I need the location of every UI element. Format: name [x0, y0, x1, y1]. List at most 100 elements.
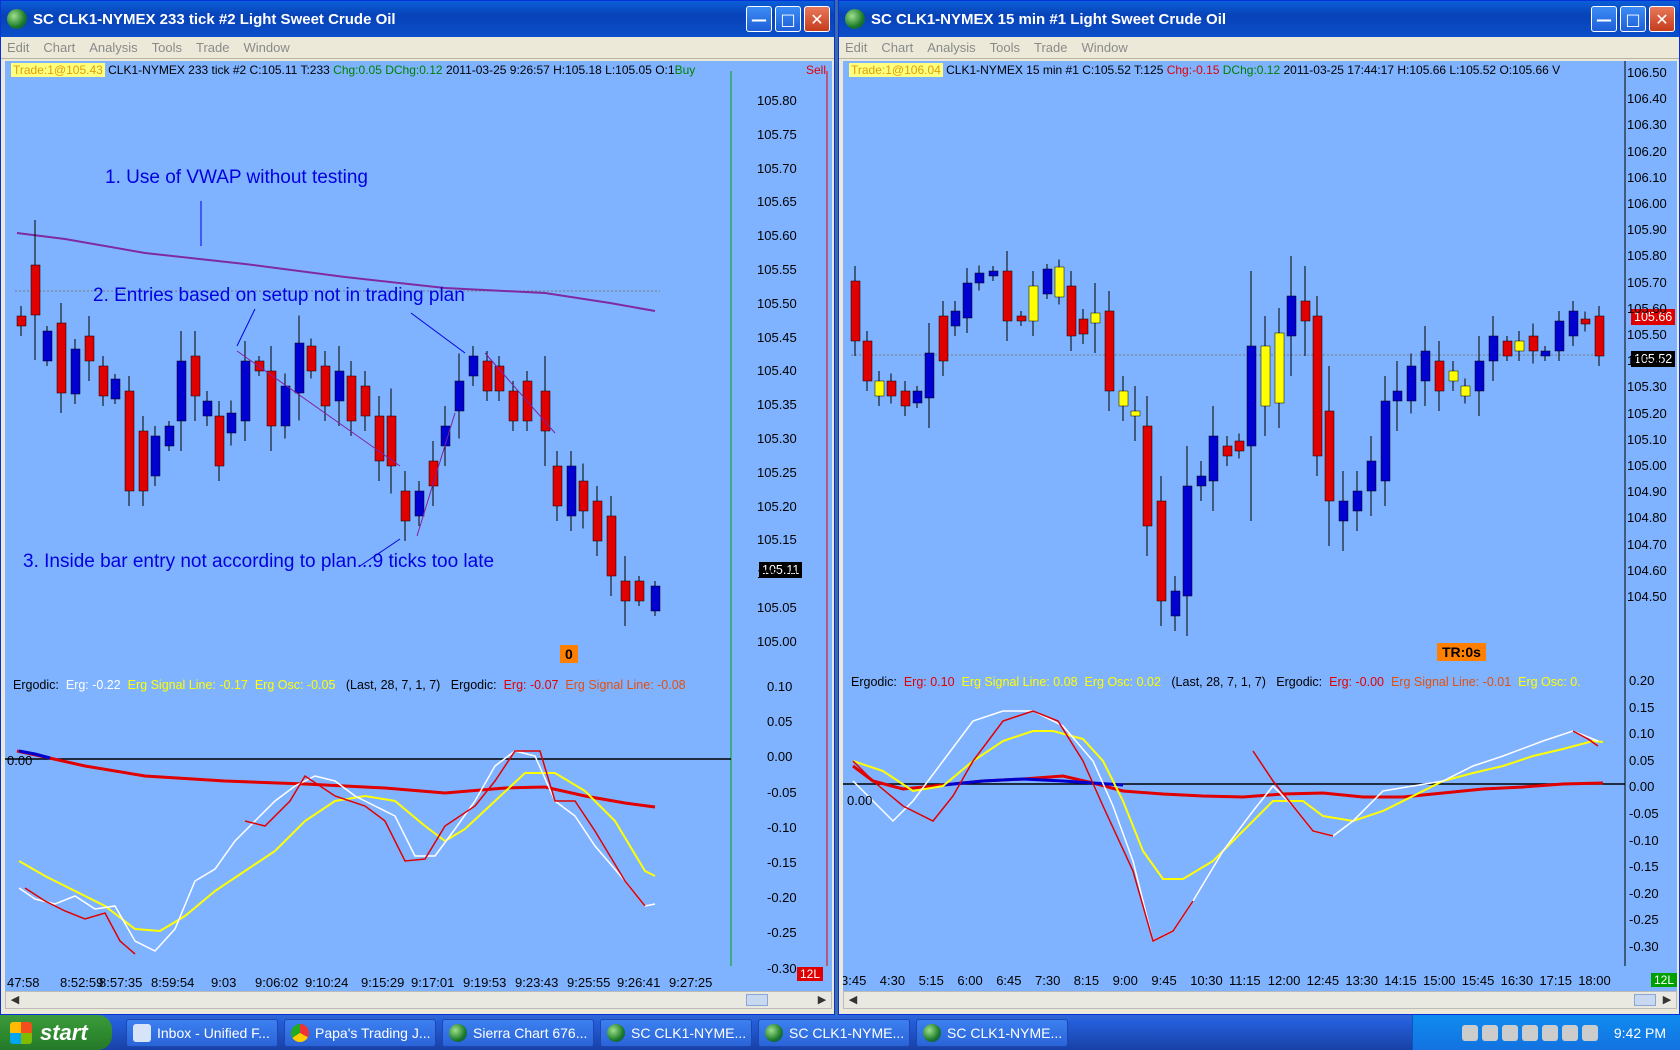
- menu-window[interactable]: Window: [243, 40, 289, 55]
- ergodic-label-2: Ergodic:: [1276, 675, 1323, 689]
- scroll-right-icon[interactable]: ▶: [1658, 992, 1676, 1008]
- tray-app-icon[interactable]: [1561, 1024, 1578, 1041]
- price-axis-label: 105.50: [757, 295, 797, 311]
- task-chart-1[interactable]: SC CLK1-NYME...: [600, 1018, 752, 1047]
- erg-axis-label: 0.00: [767, 749, 793, 765]
- erg-red-segment: [24, 887, 136, 955]
- minimize-button[interactable]: —: [1591, 6, 1617, 32]
- maximize-button[interactable]: □: [775, 6, 801, 32]
- time-axis-label: 15:00: [1423, 973, 1456, 988]
- task-chart-2[interactable]: SC CLK1-NYME...: [758, 1018, 910, 1047]
- sierra-chart-globe-icon: [607, 1023, 625, 1042]
- task-trading-journal[interactable]: Papa's Trading J...: [284, 1018, 436, 1047]
- candle: [266, 370, 277, 427]
- candle: [110, 378, 121, 400]
- erg-axis-label: 0.15: [1629, 699, 1655, 715]
- menu-analysis[interactable]: Analysis: [89, 40, 137, 55]
- tray-security-icon[interactable]: [1521, 1024, 1538, 1041]
- scroll-left-icon[interactable]: ◀: [6, 992, 24, 1008]
- candle: [1502, 340, 1513, 357]
- task-label: Sierra Chart 676...: [473, 1024, 588, 1041]
- maximize-button[interactable]: □: [1620, 6, 1646, 32]
- task-inbox[interactable]: Inbox - Unified F...: [126, 1018, 278, 1047]
- system-tray: 9:42 PM: [1412, 1015, 1680, 1050]
- price-axis-label: 105.15: [757, 532, 797, 548]
- change: Chg:-0.15: [1166, 63, 1220, 77]
- annotation-arrow: [410, 312, 466, 354]
- horizontal-scrollbar[interactable]: ◀ ▶: [843, 991, 1677, 1009]
- minimize-button[interactable]: —: [746, 6, 772, 32]
- task-chart-3[interactable]: SC CLK1-NYME...: [916, 1018, 1068, 1047]
- chart-area[interactable]: Trade:1@105.43 CLK1-NYMEX 233 tick #2 C:…: [5, 61, 832, 1001]
- price-axis-label: 106.30: [1627, 117, 1667, 133]
- menu-chart[interactable]: Chart: [43, 40, 75, 55]
- menu-tools[interactable]: Tools: [152, 40, 182, 55]
- sierra-chart-globe-icon: [765, 1023, 783, 1042]
- candle: [1594, 315, 1605, 357]
- menu-window[interactable]: Window: [1081, 40, 1127, 55]
- candle: [1142, 425, 1153, 527]
- tray-network-icon[interactable]: [1461, 1024, 1478, 1041]
- tray-update-icon[interactable]: [1541, 1024, 1558, 1041]
- menu-edit[interactable]: Edit: [845, 40, 867, 55]
- candle: [454, 380, 465, 412]
- candle: [1406, 365, 1417, 402]
- window-tick-chart[interactable]: SC CLK1-NYMEX 233 tick #2 Light Sweet Cr…: [0, 0, 835, 1015]
- candle: [912, 390, 923, 404]
- scroll-thumb[interactable]: [746, 994, 768, 1006]
- candle: [1260, 345, 1271, 407]
- candle: [1090, 312, 1101, 324]
- candle: [1514, 340, 1525, 352]
- candle: [1196, 475, 1207, 487]
- erg-axis-label: -0.15: [767, 855, 797, 870]
- erg-axis-label: -0.25: [1629, 912, 1659, 928]
- time-axis-label: 14:15: [1384, 973, 1417, 988]
- close-button[interactable]: ✕: [804, 6, 830, 32]
- task-sierra-chart[interactable]: Sierra Chart 676...: [442, 1018, 594, 1047]
- tray-volume-icon[interactable]: [1481, 1024, 1498, 1041]
- candle: [974, 272, 985, 284]
- erg-axis-label: -0.25: [767, 925, 797, 941]
- menu-tools[interactable]: Tools: [990, 40, 1020, 55]
- menu-analysis[interactable]: Analysis: [927, 40, 975, 55]
- horizontal-scrollbar[interactable]: ◀ ▶: [5, 991, 832, 1009]
- scroll-thumb[interactable]: [1634, 994, 1656, 1006]
- menu-edit[interactable]: Edit: [7, 40, 29, 55]
- erg-line: [18, 750, 656, 952]
- candle: [1540, 350, 1551, 357]
- titlebar[interactable]: SC CLK1-NYMEX 233 tick #2 Light Sweet Cr…: [1, 1, 834, 37]
- tray-signal-icon[interactable]: [1501, 1024, 1518, 1041]
- titlebar[interactable]: SC CLK1-NYMEX 15 min #1 Light Sweet Crud…: [839, 1, 1679, 37]
- candle: [886, 380, 897, 397]
- corner-label: 12L: [1651, 973, 1677, 987]
- menu-trade[interactable]: Trade: [196, 40, 229, 55]
- menu-trade[interactable]: Trade: [1034, 40, 1067, 55]
- window-title: SC CLK1-NYMEX 15 min #1 Light Sweet Crud…: [871, 10, 1227, 28]
- scroll-right-icon[interactable]: ▶: [813, 992, 831, 1008]
- erg-axis-label: 0.10: [1629, 726, 1655, 742]
- candle: [1286, 295, 1297, 337]
- candle: [1246, 345, 1257, 447]
- scroll-left-icon[interactable]: ◀: [844, 992, 862, 1008]
- chart-area[interactable]: Trade:1@106.04 CLK1-NYMEX 15 min #1 C:10…: [843, 61, 1677, 1001]
- price-axis-label: 106.40: [1627, 91, 1667, 107]
- menu-chart[interactable]: Chart: [881, 40, 913, 55]
- candle: [634, 580, 645, 602]
- price-axis-label: 106.10: [1627, 169, 1667, 185]
- price-axis-label: 105.10: [1627, 431, 1667, 447]
- start-button[interactable]: start: [0, 1015, 112, 1050]
- candle: [606, 515, 617, 577]
- window-15min-chart[interactable]: SC CLK1-NYMEX 15 min #1 Light Sweet Crud…: [838, 0, 1680, 1015]
- candle: [1448, 370, 1459, 382]
- candle: [1460, 385, 1471, 397]
- price-axis-label: 105.00: [1627, 458, 1667, 473]
- candle: [1554, 320, 1565, 352]
- price-axis-label: 105.30: [1627, 379, 1667, 395]
- close-button[interactable]: ✕: [1649, 6, 1675, 32]
- erg-axis-label: -0.10: [767, 819, 797, 835]
- candle: [1528, 335, 1539, 352]
- tray-sync-icon[interactable]: [1581, 1024, 1598, 1041]
- time-axis-label: 9:26:41: [617, 975, 661, 990]
- candle: [988, 270, 999, 277]
- candle: [482, 360, 493, 392]
